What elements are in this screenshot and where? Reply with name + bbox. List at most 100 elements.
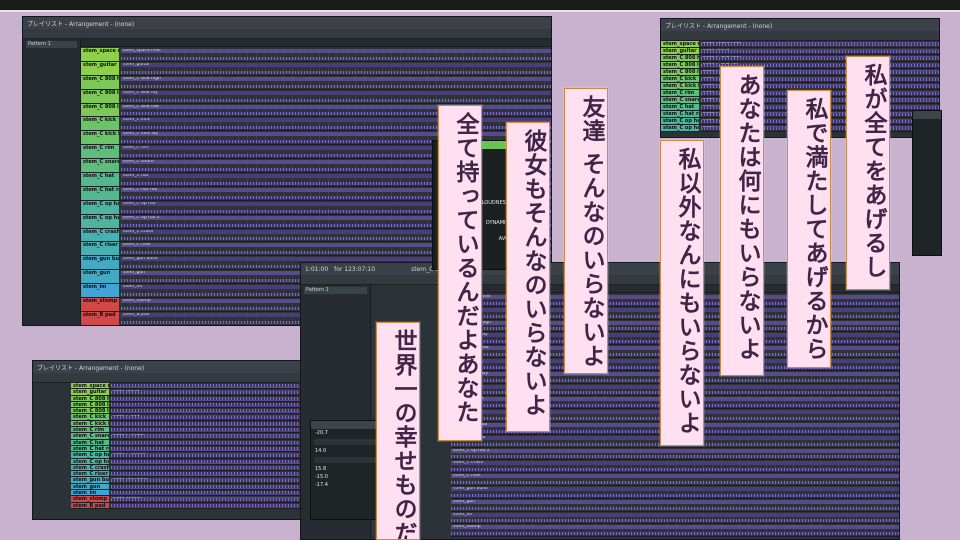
track-header[interactable]: stem_C 808 high (661, 55, 699, 61)
track-row[interactable]: stem_C 808 highstem_C 808 high (81, 75, 551, 90)
track-header[interactable]: stem_C kick (71, 414, 109, 420)
track-lane[interactable]: stem_C op hat (111, 452, 331, 458)
track-header[interactable]: stem_C hat rob (81, 186, 119, 200)
track-header[interactable]: stem_C rim (661, 90, 699, 96)
track-header[interactable]: stem_C riser (81, 242, 119, 256)
track-row[interactable]: stem_C riser (451, 473, 899, 486)
track-lane[interactable]: stem_C 808 low (111, 408, 331, 414)
track-lane[interactable]: stem_space riser (701, 41, 939, 47)
track-row[interactable]: stem_C 808 highstem_C 808 high (661, 55, 939, 62)
track-row[interactable]: stem_stomp (451, 524, 899, 538)
track-header[interactable]: stem_C hat rob (661, 111, 699, 117)
track-header[interactable]: stem_C kick (81, 117, 119, 131)
track-header[interactable]: stem_C snare (71, 433, 109, 439)
track-lane[interactable]: stem_guitar (121, 61, 551, 75)
track-header[interactable]: stem_C riser (71, 471, 109, 477)
track-header[interactable]: stem_C op hat 2 (81, 214, 119, 228)
track-row[interactable]: stem_space riserstem_space riser (81, 48, 551, 62)
audio-clip[interactable]: stem_C kick (121, 118, 551, 123)
track-header[interactable]: stem_gun (71, 483, 109, 490)
track-row[interactable]: stem_gun build (451, 485, 899, 499)
track-header[interactable]: stem_C 808 lay (71, 401, 109, 408)
audio-clip[interactable]: stem_C 808 lay (121, 90, 551, 95)
track-header[interactable]: stem_space riser (81, 48, 119, 61)
track-lane[interactable]: stem_im (111, 490, 331, 496)
track-lane[interactable]: stem_C 808 lay (111, 401, 331, 408)
audio-clip[interactable]: stem_guitar (121, 62, 551, 67)
track-row[interactable]: stem_guitarstem_guitar (81, 61, 551, 76)
track-row[interactable]: stem_C op hat 2 (451, 447, 899, 461)
track-lane[interactable]: stem_gun (451, 498, 899, 511)
track-row[interactable]: stem_C 808 lowstem_C 808 low (661, 69, 939, 76)
track-header[interactable]: stem_C 808 lay (661, 62, 699, 68)
track-header[interactable]: stem_im (71, 490, 109, 496)
audio-clip[interactable]: stem_gun (451, 499, 899, 504)
track-lane[interactable]: stem_gun build (451, 485, 899, 498)
track-header[interactable]: stem_gun buil (81, 256, 119, 270)
track-lane[interactable]: stem_C crash (451, 460, 899, 473)
track-header[interactable]: stem_C rim (71, 427, 109, 433)
track-lane[interactable]: stem_C kick (121, 117, 551, 131)
track-lane[interactable]: stem_im (451, 511, 899, 524)
track-header[interactable]: stem_stomp (71, 496, 109, 502)
track-lane[interactable]: stem_C riser (111, 471, 331, 477)
track-lane[interactable]: stem_C kick (111, 414, 331, 420)
track-header[interactable]: stem_C kick lay (661, 83, 699, 89)
audio-clip[interactable]: stem_C 808 low (121, 104, 551, 109)
track-header[interactable]: stem_C crash (71, 464, 109, 471)
track-lane[interactable]: stem_C op hat 2 (111, 458, 331, 464)
track-lane[interactable]: stem_C kick lay (111, 420, 331, 427)
track-header[interactable]: stem_C hat (81, 173, 119, 186)
track-header[interactable]: stem_guitar (661, 48, 699, 54)
track-lane[interactable]: stem_guitar (701, 48, 939, 54)
audio-clip[interactable]: stem_C op hat 2 (451, 448, 899, 453)
track-header[interactable]: stem_C hat rob (71, 445, 109, 452)
track-lane[interactable]: stem_C 808 low (121, 103, 551, 117)
track-header[interactable]: stem_B pad (81, 311, 119, 325)
track-lane[interactable]: stem_C riser (451, 473, 899, 485)
window-titlebar[interactable]: プレイリスト - Arrangement - (none) (23, 17, 551, 29)
track-lane[interactable]: stem_C 808 high (111, 395, 331, 401)
track-row[interactable]: stem_C kick laystem_C kick lay (661, 83, 939, 90)
track-header[interactable]: stem_C kick lay (81, 131, 119, 145)
track-row[interactable]: stem_guitarstem_guitar (661, 48, 939, 55)
track-header[interactable]: stem_C 808 low (661, 69, 699, 75)
track-row[interactable]: stem_C crash (451, 460, 899, 474)
window-titlebar[interactable]: プレイリスト - Arrangement - (none) (661, 19, 939, 31)
track-row[interactable]: stem_C kickstem_C kick (661, 76, 939, 83)
track-header[interactable]: stem_C 808 lay (81, 89, 119, 103)
pattern-item[interactable]: Pattern 1 (304, 287, 367, 294)
track-header[interactable]: stem_C hat (71, 439, 109, 445)
track-header[interactable]: stem_gun (81, 270, 119, 284)
track-lane[interactable]: stem_C op hat 2 (451, 447, 899, 460)
track-lane[interactable]: stem_gun build (111, 477, 331, 483)
audio-clip[interactable]: stem_stomp (451, 525, 899, 530)
track-header[interactable]: stem_C op hat 2 (71, 458, 109, 464)
track-header[interactable]: stem_space riser (661, 41, 699, 47)
audio-clip[interactable]: stem_im (451, 512, 899, 517)
audio-clip[interactable]: stem_C crash (451, 461, 899, 466)
track-header[interactable]: stem_C op hat (71, 452, 109, 458)
track-row[interactable]: stem_C 808 laystem_C 808 lay (81, 89, 551, 104)
track-header[interactable]: stem_C crash (81, 228, 119, 242)
track-header[interactable]: stem_space riser (71, 383, 109, 389)
track-lane[interactable]: stem_stomp (451, 524, 899, 537)
track-lane[interactable]: stem_C hat rob (111, 445, 331, 452)
track-header[interactable]: stem_C snare (81, 159, 119, 173)
timeline-ruler[interactable] (81, 39, 551, 47)
track-row[interactable]: stem_B padstem_B pad (71, 502, 331, 509)
track-header[interactable]: stem_C rim (81, 145, 119, 159)
track-lane[interactable]: stem_C hat (111, 439, 331, 445)
audio-clip[interactable]: stem_gun build (451, 486, 899, 491)
playlist-window-bottom[interactable]: プレイリスト - Arrangement - (none) stem_space… (32, 360, 332, 520)
track-header[interactable]: stem_C hat (661, 104, 699, 110)
track-lane[interactable]: stem_stomp (111, 496, 331, 502)
window-titlebar[interactable]: プレイリスト - Arrangement - (none) (33, 361, 331, 373)
track-row[interactable]: stem_im (451, 511, 899, 525)
track-lane[interactable]: stem_C rim (111, 427, 331, 433)
track-lane[interactable]: stem_C snare (111, 433, 331, 439)
audio-clip[interactable]: stem_C 808 high (121, 76, 551, 81)
audio-clip[interactable]: stem_C kick lay (121, 132, 551, 137)
track-lane[interactable]: stem_C 808 high (701, 55, 939, 61)
track-lane[interactable]: stem_guitar (111, 389, 331, 395)
